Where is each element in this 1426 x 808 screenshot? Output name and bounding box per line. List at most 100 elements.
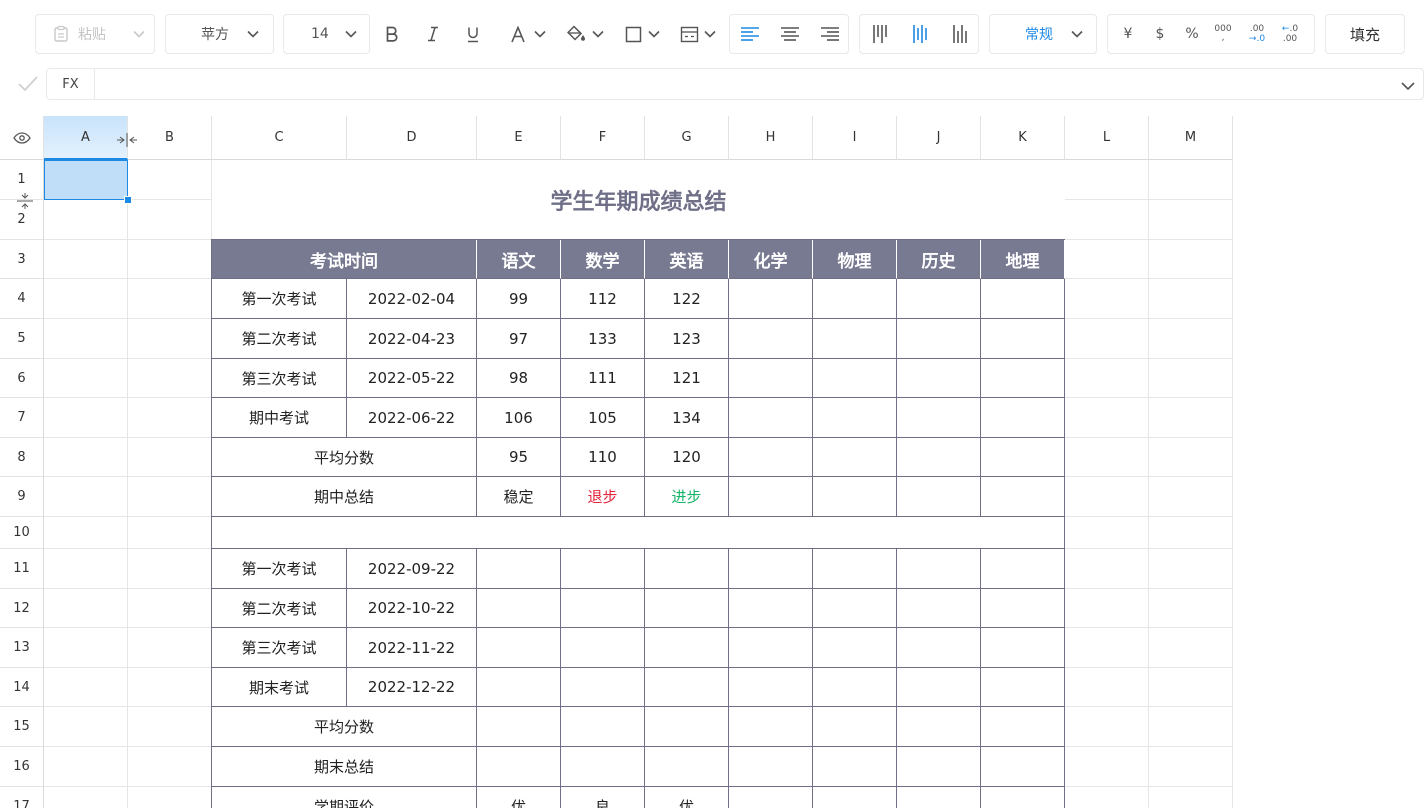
table-header-cell[interactable]: 英语 xyxy=(645,240,729,279)
midterm-summary-cell[interactable] xyxy=(897,477,981,517)
merge-cells-button[interactable] xyxy=(680,22,720,46)
exam-date-cell[interactable]: 2022-10-22 xyxy=(347,589,477,628)
semester-eval-cell[interactable] xyxy=(981,787,1065,808)
score-cell[interactable] xyxy=(981,398,1065,438)
score-cell[interactable] xyxy=(981,628,1065,668)
bold-button[interactable] xyxy=(380,22,404,46)
average-cell[interactable] xyxy=(897,707,981,747)
score-cell[interactable] xyxy=(981,549,1065,589)
column-header-f[interactable]: F xyxy=(561,116,645,160)
midterm-summary-cell[interactable] xyxy=(729,477,813,517)
currency-cny-button[interactable]: ¥ xyxy=(1116,15,1140,53)
row-header-7[interactable]: 7 xyxy=(0,398,44,438)
column-header-b[interactable]: B xyxy=(128,116,212,160)
average-cell[interactable]: 120 xyxy=(645,438,729,477)
score-cell[interactable] xyxy=(645,668,729,707)
column-header-h[interactable]: H xyxy=(729,116,813,160)
score-cell[interactable] xyxy=(477,589,561,628)
score-cell[interactable] xyxy=(981,319,1065,359)
score-cell[interactable] xyxy=(981,279,1065,319)
semester-eval-cell[interactable]: 优 xyxy=(645,787,729,808)
paste-dropdown[interactable] xyxy=(132,15,146,53)
row-header-17[interactable]: 17 xyxy=(0,787,44,808)
exam-date-cell[interactable]: 2022-09-22 xyxy=(347,549,477,589)
fill-handle[interactable] xyxy=(124,196,132,204)
score-cell[interactable] xyxy=(981,668,1065,707)
border-button[interactable] xyxy=(625,22,665,46)
exam-name-cell[interactable]: 第一次考试 xyxy=(212,549,347,589)
score-cell[interactable]: 99 xyxy=(477,279,561,319)
score-cell[interactable] xyxy=(477,668,561,707)
average-cell[interactable] xyxy=(981,707,1065,747)
underline-button[interactable] xyxy=(461,22,485,46)
table-header-cell[interactable]: 语文 xyxy=(477,240,561,279)
score-cell[interactable] xyxy=(897,549,981,589)
row-header-4[interactable]: 4 xyxy=(0,279,44,319)
column-header-a[interactable]: A xyxy=(44,116,128,160)
semester-eval-cell[interactable] xyxy=(897,787,981,808)
score-cell[interactable] xyxy=(813,628,897,668)
font-family-dropdown[interactable] xyxy=(246,15,260,53)
table-header-cell[interactable]: 考试时间 xyxy=(212,240,477,279)
exam-name-cell[interactable]: 第三次考试 xyxy=(212,359,347,398)
score-cell[interactable] xyxy=(813,398,897,438)
semester-eval-cell[interactable]: 良 xyxy=(561,787,645,808)
table-header-cell[interactable]: 数学 xyxy=(561,240,645,279)
semester-eval-label-cell[interactable]: 学期评价 xyxy=(212,787,477,808)
score-cell[interactable] xyxy=(813,359,897,398)
row-header-15[interactable]: 15 xyxy=(0,707,44,747)
column-resize-icon[interactable] xyxy=(117,132,137,147)
table-header-cell[interactable]: 历史 xyxy=(897,240,981,279)
final-summary-cell[interactable] xyxy=(897,747,981,787)
average-cell[interactable] xyxy=(981,438,1065,477)
font-size-select[interactable]: 14 xyxy=(283,14,370,54)
midterm-summary-cell[interactable] xyxy=(981,477,1065,517)
average-cell[interactable]: 95 xyxy=(477,438,561,477)
score-cell[interactable]: 121 xyxy=(645,359,729,398)
confirm-icon[interactable] xyxy=(16,74,40,94)
score-cell[interactable] xyxy=(897,398,981,438)
paste-button[interactable]: 粘贴 xyxy=(52,15,128,53)
score-cell[interactable] xyxy=(561,549,645,589)
score-cell[interactable] xyxy=(813,319,897,359)
score-cell[interactable] xyxy=(477,549,561,589)
fill-color-button[interactable] xyxy=(567,22,607,46)
exam-name-cell[interactable]: 第二次考试 xyxy=(212,319,347,359)
score-cell[interactable] xyxy=(729,359,813,398)
score-cell[interactable] xyxy=(813,279,897,319)
average-cell[interactable] xyxy=(729,438,813,477)
score-cell[interactable] xyxy=(729,668,813,707)
score-cell[interactable]: 134 xyxy=(645,398,729,438)
score-cell[interactable] xyxy=(729,398,813,438)
final-summary-cell[interactable] xyxy=(729,747,813,787)
exam-name-cell[interactable]: 期末考试 xyxy=(212,668,347,707)
row-header-13[interactable]: 13 xyxy=(0,628,44,668)
select-all-corner[interactable] xyxy=(0,116,44,160)
score-cell[interactable]: 122 xyxy=(645,279,729,319)
final-summary-cell[interactable] xyxy=(477,747,561,787)
exam-date-cell[interactable]: 2022-06-22 xyxy=(347,398,477,438)
score-cell[interactable] xyxy=(897,279,981,319)
average-cell[interactable] xyxy=(729,707,813,747)
midterm-summary-cell[interactable]: 退步 xyxy=(561,477,645,517)
table-header-cell[interactable]: 物理 xyxy=(813,240,897,279)
score-cell[interactable] xyxy=(561,628,645,668)
score-cell[interactable] xyxy=(897,319,981,359)
expand-formula-button[interactable] xyxy=(1401,76,1417,92)
score-cell[interactable] xyxy=(729,589,813,628)
score-cell[interactable]: 98 xyxy=(477,359,561,398)
score-cell[interactable] xyxy=(897,589,981,628)
score-cell[interactable] xyxy=(813,589,897,628)
row-resize-icon[interactable] xyxy=(17,193,33,209)
exam-date-cell[interactable]: 2022-11-22 xyxy=(347,628,477,668)
midterm-summary-cell[interactable]: 稳定 xyxy=(477,477,561,517)
score-cell[interactable] xyxy=(561,589,645,628)
score-cell[interactable] xyxy=(729,628,813,668)
exam-date-cell[interactable]: 2022-05-22 xyxy=(347,359,477,398)
align-top-button[interactable] xyxy=(869,24,891,44)
fill-button[interactable]: 填充 xyxy=(1325,14,1405,54)
row-header-10[interactable]: 10 xyxy=(0,517,44,549)
score-cell[interactable] xyxy=(729,279,813,319)
exam-date-cell[interactable]: 2022-04-23 xyxy=(347,319,477,359)
align-right-button[interactable] xyxy=(819,24,841,44)
